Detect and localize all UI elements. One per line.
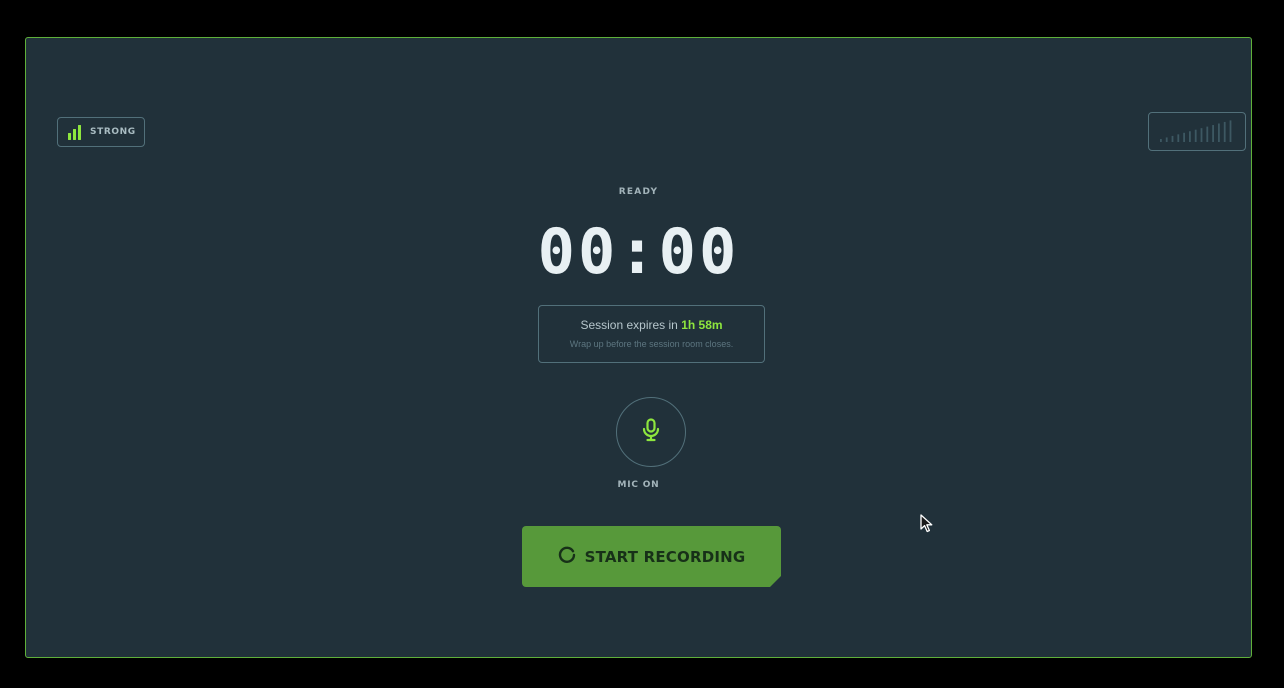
audio-level-meter — [1148, 112, 1246, 151]
recorder-status-label: READY — [618, 187, 659, 197]
level-meter-bar — [1200, 128, 1203, 142]
recorder-panel: STRONG READY 00:00 Session expires in 1h… — [25, 37, 1252, 658]
level-meter-bar — [1160, 139, 1162, 142]
session-expiry-time: 1h 58m — [681, 318, 723, 332]
level-meter-bar — [1189, 131, 1191, 142]
mic-toggle-button[interactable] — [616, 397, 686, 467]
start-recording-button[interactable]: START RECORDING — [522, 526, 781, 587]
level-meter-bar — [1212, 125, 1214, 142]
session-expiry-notice: Session expires in 1h 58m Wrap up before… — [538, 305, 765, 363]
level-meter-bar — [1206, 126, 1209, 142]
spinner-icon — [558, 546, 576, 568]
session-expiry-note: Wrap up before the session room closes. — [569, 339, 734, 349]
level-meter-bar — [1171, 135, 1174, 142]
recording-timer: 00:00 — [537, 215, 740, 288]
connection-strength-badge: STRONG — [57, 117, 145, 147]
session-expiry-line: Session expires in 1h 58m — [539, 318, 764, 332]
level-meter-bar — [1218, 123, 1220, 142]
mouse-pointer-icon — [920, 514, 934, 538]
level-meter-bar — [1194, 129, 1197, 142]
start-recording-label: START RECORDING — [584, 547, 746, 566]
mic-status-label: MIC ON — [617, 480, 660, 490]
level-meter-bar — [1229, 120, 1232, 142]
signal-bars-icon — [67, 124, 83, 140]
microphone-icon — [641, 418, 661, 446]
level-meter-bar — [1165, 137, 1168, 142]
level-meter-bar — [1223, 121, 1226, 142]
level-meter-bar — [1177, 134, 1180, 142]
connection-strength-label: STRONG — [90, 127, 136, 137]
level-meter-bar — [1183, 132, 1185, 142]
session-expiry-prefix: Session expires in — [580, 318, 678, 332]
